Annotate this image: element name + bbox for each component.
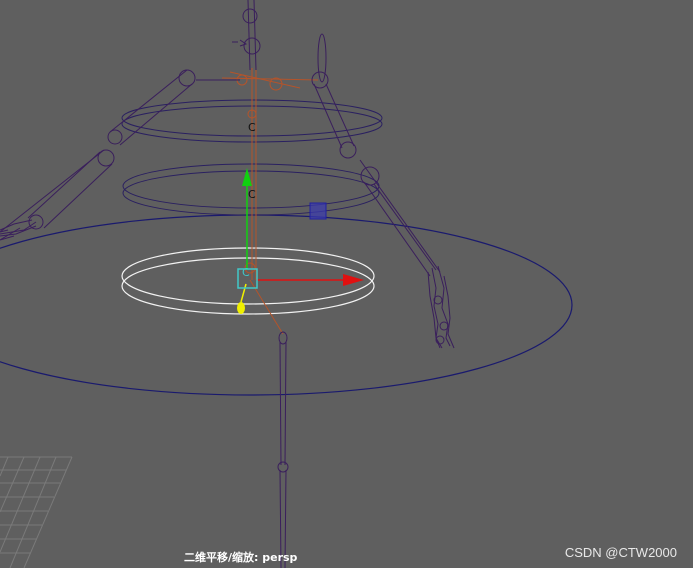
z-axis-cone[interactable] [237, 302, 245, 314]
x-axis-arrow[interactable] [343, 274, 364, 286]
ground-grid [0, 456, 73, 568]
head-skeleton [232, 0, 261, 71]
right-arm-skeleton [311, 33, 455, 349]
leg-skeleton [277, 331, 289, 568]
z-axis-handle[interactable] [240, 283, 247, 303]
chest-center-marker: C [248, 121, 256, 134]
root-center-marker: C [242, 266, 250, 279]
camera-status-label: 二维平移/缩放: persp [184, 551, 298, 564]
root-control-ring-selected[interactable] [121, 247, 375, 315]
hip-center-marker: C [248, 188, 256, 201]
blue-locator-cube[interactable] [309, 202, 327, 220]
source-watermark: CSDN @CTW2000 [564, 545, 677, 560]
scene-canvas[interactable]: C C C [0, 0, 693, 568]
left-arm-skeleton [0, 69, 240, 241]
maya-perspective-viewport[interactable]: C C C 二维平移/缩放: persp CSDN @CTW2000 [0, 0, 693, 568]
